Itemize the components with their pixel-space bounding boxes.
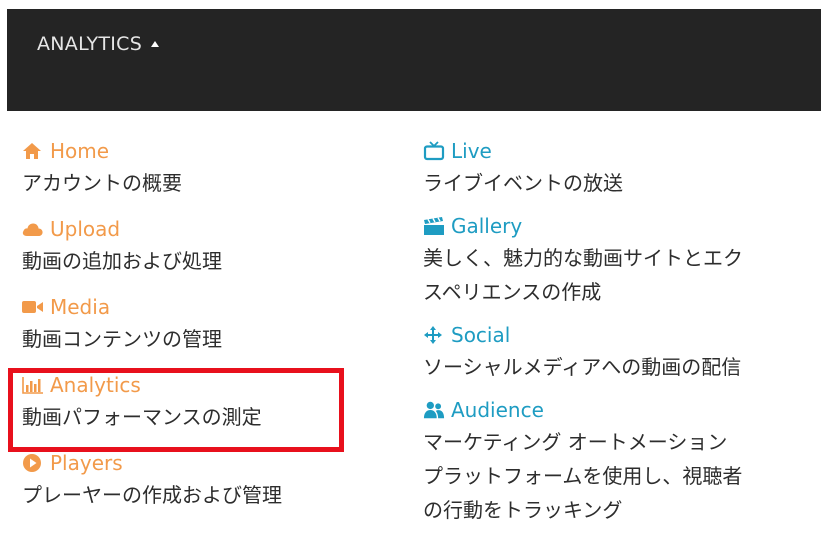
video-camera-icon <box>22 296 44 318</box>
menu-item-title: Gallery <box>451 214 523 238</box>
menu-item-description-line: スペリエンスの作成 <box>423 280 602 304</box>
analytics-menu-label: ANALYTICS <box>37 33 143 55</box>
play-circle-icon <box>22 452 44 474</box>
analytics-menu-toggle[interactable]: ANALYTICS <box>37 33 160 55</box>
menu-item-live[interactable]: Live ライブイベントの放送 <box>423 136 823 200</box>
menu-item-description-line: プラットフォームを使用し、視聴者 <box>423 464 743 488</box>
menu-item-description: アカウントの概要 <box>22 171 182 195</box>
menu-item-description-line: 美しく、魅力的な動画サイトとエク <box>423 246 743 270</box>
menu-item-upload[interactable]: Upload 動画の追加および処理 <box>22 214 362 278</box>
users-icon <box>423 399 445 421</box>
menu-item-description: 動画の追加および処理 <box>22 249 222 273</box>
menu-item-description-line: マーケティング オートメーション <box>423 430 728 454</box>
menu-item-gallery[interactable]: Gallery 美しく、魅力的な動画サイトとエク スペリエンスの作成 <box>423 211 823 309</box>
menu-item-players[interactable]: Players プレーヤーの作成および管理 <box>22 448 362 512</box>
home-icon <box>22 140 44 162</box>
menu-item-title: Media <box>50 295 111 319</box>
menu-item-title: Players <box>50 451 123 475</box>
menu-item-description: プレーヤーの作成および管理 <box>22 483 282 507</box>
menu-item-description: ソーシャルメディアへの動画の配信 <box>423 355 742 379</box>
menu-left-column: Home アカウントの概要 Upload 動画の追加および処理 Media 動画… <box>22 136 362 526</box>
menu-item-description: ライブイベントの放送 <box>423 171 623 195</box>
top-nav-bar: ANALYTICS <box>7 9 821 111</box>
menu-item-social[interactable]: Social ソーシャルメディアへの動画の配信 <box>423 320 823 384</box>
menu-item-title: Home <box>50 139 110 163</box>
clapperboard-icon <box>423 215 445 237</box>
menu-item-title: Live <box>451 139 492 163</box>
menu-item-title: Upload <box>50 217 121 241</box>
tv-icon <box>423 140 445 162</box>
analytics-highlight-box <box>8 368 344 452</box>
cloud-upload-icon <box>22 218 44 240</box>
menu-item-description-line: の行動をトラッキング <box>423 498 623 522</box>
caret-up-icon <box>151 41 160 47</box>
menu-item-media[interactable]: Media 動画コンテンツの管理 <box>22 292 362 356</box>
menu-item-description: 動画コンテンツの管理 <box>22 327 222 351</box>
menu-item-audience[interactable]: Audience マーケティング オートメーション プラットフォームを使用し、視… <box>423 395 823 527</box>
menu-right-column: Live ライブイベントの放送 Gallery 美しく、魅力的な動画サイトとエク… <box>423 136 823 538</box>
menu-item-title: Audience <box>451 398 544 422</box>
share-icon <box>423 324 445 346</box>
menu-item-title: Social <box>451 323 511 347</box>
menu-item-home[interactable]: Home アカウントの概要 <box>22 136 362 200</box>
